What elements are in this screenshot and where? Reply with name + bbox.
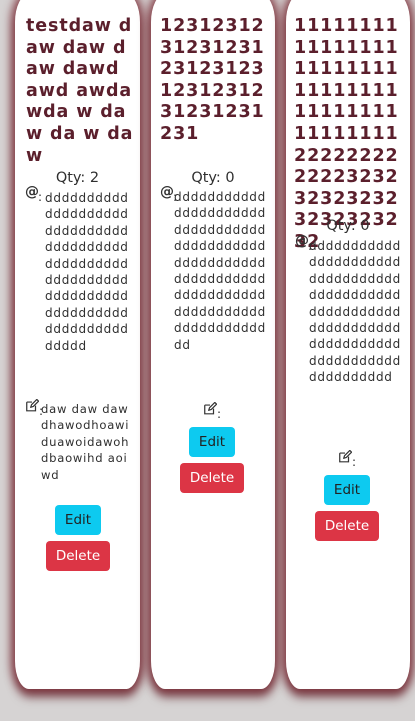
note-row: : xyxy=(338,449,378,469)
at-sign-icon: @ xyxy=(25,184,40,200)
note-row: : daw daw daw dhawodhoawiduawoidawohdbao… xyxy=(25,398,137,499)
at-sign-icon: @ xyxy=(295,233,310,249)
note-row: : xyxy=(203,401,243,421)
email-row: @ : dddddddddddddddddddddddddddddddddddd… xyxy=(25,185,137,395)
email-value: dddddddddddddddddddddddddddddddddddddddd… xyxy=(174,190,267,352)
edit-button[interactable]: Edit xyxy=(324,475,370,505)
edit-button[interactable]: Edit xyxy=(55,505,101,535)
item-card: 1231231231231231231231231231231231231231… xyxy=(151,0,275,689)
item-card: 1111111111111111111111111111111111111111… xyxy=(286,0,410,689)
edit-note-icon xyxy=(203,401,218,416)
card-grid: testdaw daw daw daw dawd awd awda wda w … xyxy=(0,0,415,721)
edit-note-icon xyxy=(25,398,40,413)
email-row: @ : dddddddddddddddddddddddddddddddddddd… xyxy=(160,185,272,395)
delete-button[interactable]: Delete xyxy=(315,511,379,541)
at-sign-icon: @ xyxy=(160,184,175,200)
email-colon: : xyxy=(38,190,43,204)
card-title: 1231231231231231231231231231231231231231… xyxy=(160,16,265,144)
email-value: dddddddddddddddddddddddddddddddddddddddd… xyxy=(309,239,402,385)
card-title: testdaw daw daw daw dawd awd awda wda w … xyxy=(26,16,134,166)
delete-button[interactable]: Delete xyxy=(180,463,244,493)
note-colon: : xyxy=(352,455,357,469)
edit-button[interactable]: Edit xyxy=(189,427,235,457)
email-value: dddddddddddddddddddddddddddddddddddddddd… xyxy=(45,191,129,353)
delete-button[interactable]: Delete xyxy=(46,541,110,571)
item-card: testdaw daw daw daw dawd awd awda wda w … xyxy=(15,0,140,689)
email-row: @ : dddddddddddddddddddddddddddddddddddd… xyxy=(295,234,407,444)
note-colon: : xyxy=(217,407,222,421)
note-value: daw daw daw dhawodhoawiduawoidawohdbaowi… xyxy=(41,402,130,482)
edit-note-icon xyxy=(338,449,353,464)
